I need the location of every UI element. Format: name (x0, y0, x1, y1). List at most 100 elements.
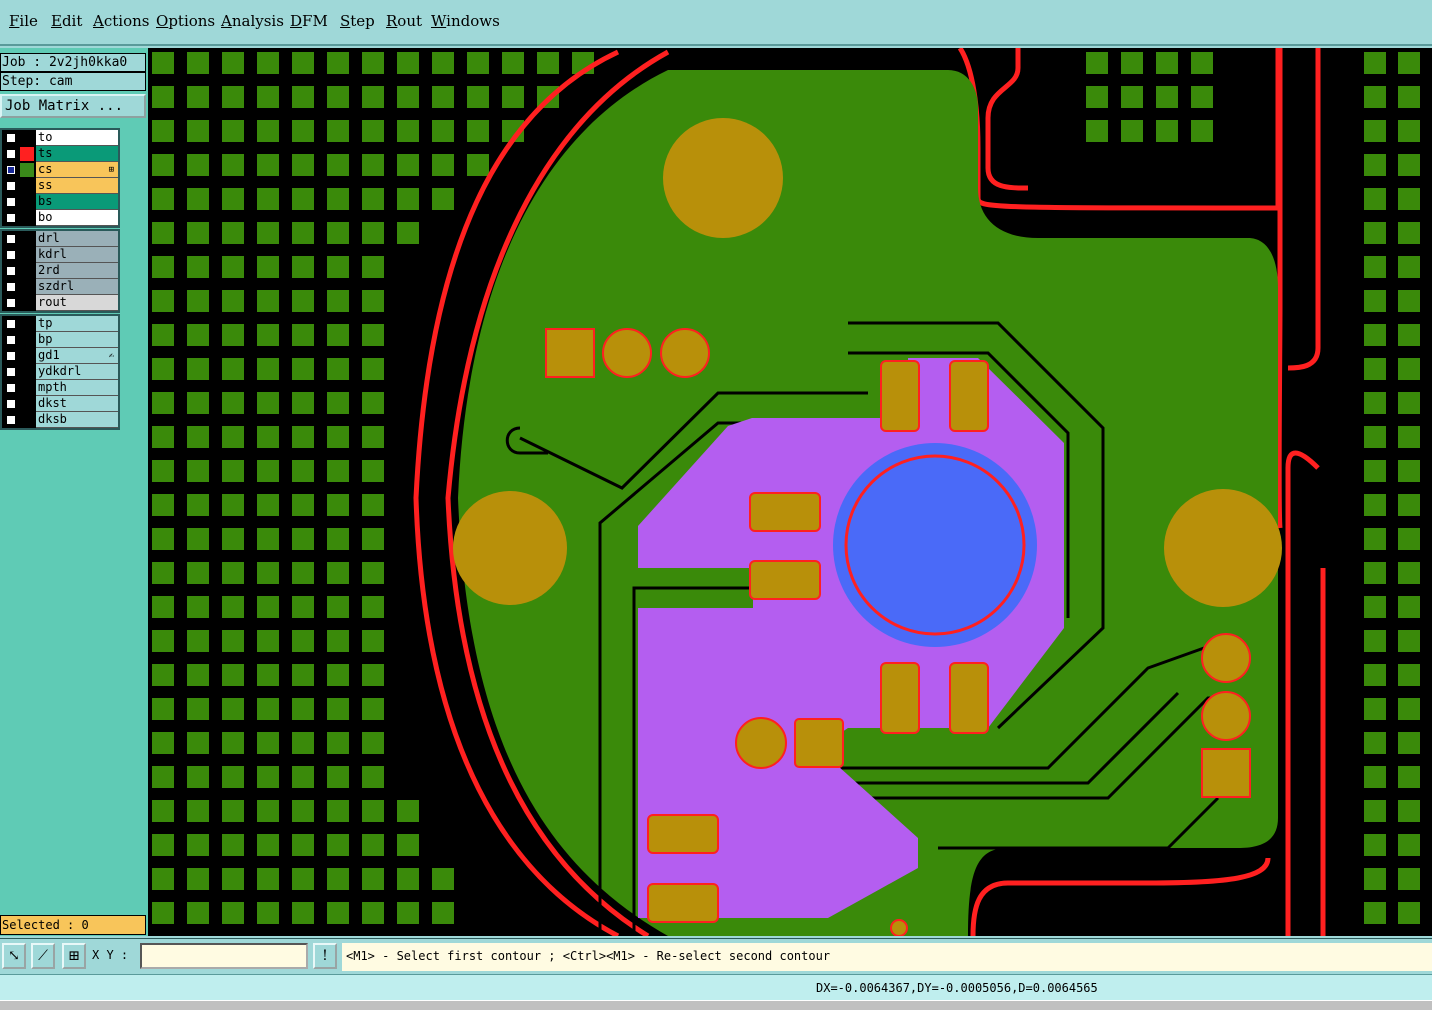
layer-name[interactable]: gd1 ✍ (36, 348, 118, 364)
layer-row-2rd[interactable]: 2rd (2, 263, 118, 279)
smd-pad (362, 732, 384, 754)
layer-row-dkst[interactable]: dkst (2, 396, 118, 412)
smd-pad (432, 86, 454, 108)
layer-row-ss[interactable]: ss (2, 178, 118, 194)
layer-checkbox[interactable] (6, 383, 16, 393)
layer-color-swatch[interactable] (20, 163, 34, 177)
layer-name[interactable]: mpth (36, 380, 118, 396)
layer-checkbox[interactable] (6, 399, 16, 409)
layer-checkbox[interactable] (6, 319, 16, 329)
layer-checkbox[interactable] (6, 234, 16, 244)
layer-color-swatch[interactable] (20, 248, 34, 262)
layer-color-swatch[interactable] (20, 179, 34, 193)
menu-actions[interactable]: Actions (93, 12, 149, 30)
smd-pad (362, 358, 384, 380)
measure-icon[interactable]: ⟋ (31, 943, 55, 969)
layer-name[interactable]: ts (36, 146, 118, 162)
layer-checkbox[interactable] (6, 149, 16, 159)
layer-color-swatch[interactable] (20, 397, 34, 411)
layer-checkbox[interactable] (6, 367, 16, 377)
grid-icon[interactable]: ⊞ (62, 943, 86, 969)
layer-color-swatch[interactable] (20, 333, 34, 347)
layer-checkbox[interactable] (6, 133, 16, 143)
mounting-pad-top (663, 118, 783, 238)
layer-color-swatch[interactable] (20, 131, 34, 145)
layer-name[interactable]: dkst (36, 396, 118, 412)
layer-checkbox[interactable] (6, 266, 16, 276)
layer-checkbox[interactable] (6, 351, 16, 361)
layer-row-ts[interactable]: ts (2, 146, 118, 162)
layer-name[interactable]: dksb (36, 412, 118, 428)
layer-name[interactable]: to (36, 130, 118, 146)
layer-color-swatch[interactable] (20, 365, 34, 379)
xy-input[interactable] (140, 943, 308, 969)
smd-pad (362, 494, 384, 516)
layer-row-tp[interactable]: tp (2, 316, 118, 332)
layer-row-to[interactable]: to (2, 130, 118, 146)
smd-pad (1121, 86, 1143, 108)
smd-pad (1191, 52, 1213, 74)
smd-pad (257, 324, 279, 346)
layer-color-swatch[interactable] (20, 211, 34, 225)
menu-dfm[interactable]: DFM (290, 12, 328, 30)
zoom-fit-icon[interactable]: ⤡ (2, 943, 26, 969)
layer-marker-icon: ⊞ (108, 165, 114, 175)
pcb-view[interactable] (148, 48, 1432, 936)
layer-row-ydkdrl[interactable]: ydkdrl (2, 364, 118, 380)
layer-checkbox[interactable] (6, 197, 16, 207)
menu-file[interactable]: File (9, 12, 38, 30)
layer-row-cs[interactable]: cs ⊞ (2, 162, 118, 178)
menu-windows[interactable]: Windows (431, 12, 500, 30)
layer-name[interactable]: szdrl (36, 279, 118, 295)
layer-color-swatch[interactable] (20, 381, 34, 395)
layer-color-swatch[interactable] (20, 195, 34, 209)
layer-color-swatch[interactable] (20, 349, 34, 363)
menu-options[interactable]: Options (156, 12, 215, 30)
layer-row-gd1[interactable]: gd1 ✍ (2, 348, 118, 364)
layer-row-drl[interactable]: drl (2, 231, 118, 247)
layer-row-bo[interactable]: bo (2, 210, 118, 226)
layer-color-swatch[interactable] (20, 232, 34, 246)
layer-name[interactable]: bo (36, 210, 118, 226)
layer-checkbox[interactable] (6, 213, 16, 223)
layer-color-swatch[interactable] (20, 264, 34, 278)
layer-name[interactable]: 2rd (36, 263, 118, 279)
layer-row-bp[interactable]: bp (2, 332, 118, 348)
layer-color-swatch[interactable] (20, 280, 34, 294)
layer-row-rout[interactable]: rout (2, 295, 118, 311)
menu-edit[interactable]: Edit (51, 12, 82, 30)
layer-row-bs[interactable]: bs (2, 194, 118, 210)
layer-checkbox[interactable] (6, 415, 16, 425)
layer-color-swatch[interactable] (20, 147, 34, 161)
layer-name[interactable]: ss (36, 178, 118, 194)
layer-checkbox[interactable] (6, 282, 16, 292)
layer-checkbox[interactable] (6, 181, 16, 191)
layer-row-szdrl[interactable]: szdrl (2, 279, 118, 295)
alert-icon[interactable]: ! (313, 943, 337, 969)
layer-row-kdrl[interactable]: kdrl (2, 247, 118, 263)
smd-pad (1364, 698, 1386, 720)
menu-analysis[interactable]: Analysis (221, 12, 284, 30)
layer-name[interactable]: ydkdrl (36, 364, 118, 380)
graphic-canvas[interactable] (148, 48, 1432, 936)
layer-checkbox[interactable] (6, 335, 16, 345)
layer-name[interactable]: rout (36, 295, 118, 311)
layer-row-mpth[interactable]: mpth (2, 380, 118, 396)
layer-checkbox[interactable] (6, 165, 16, 175)
layer-name[interactable]: cs ⊞ (36, 162, 118, 178)
layer-name[interactable]: bp (36, 332, 118, 348)
layer-checkbox[interactable] (6, 250, 16, 260)
layer-checkbox[interactable] (6, 298, 16, 308)
menu-rout[interactable]: Rout (386, 12, 422, 30)
smd-pad (292, 800, 314, 822)
job-matrix-button[interactable]: Job Matrix ... (0, 94, 146, 118)
layer-name[interactable]: bs (36, 194, 118, 210)
layer-color-swatch[interactable] (20, 413, 34, 427)
layer-color-swatch[interactable] (20, 296, 34, 310)
layer-color-swatch[interactable] (20, 317, 34, 331)
layer-name[interactable]: drl (36, 231, 118, 247)
menu-step[interactable]: Step (340, 12, 375, 30)
layer-name[interactable]: tp (36, 316, 118, 332)
layer-row-dksb[interactable]: dksb (2, 412, 118, 428)
layer-name[interactable]: kdrl (36, 247, 118, 263)
